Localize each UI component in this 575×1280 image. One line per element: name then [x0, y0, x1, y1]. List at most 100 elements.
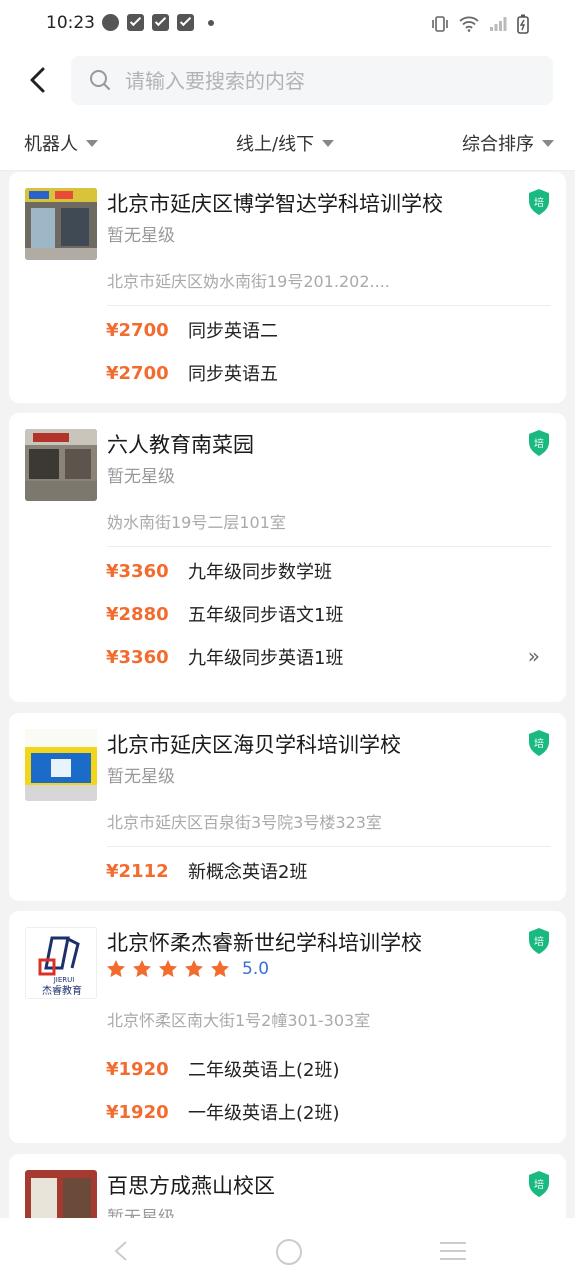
certified-badge-label: 培: [534, 935, 544, 948]
filter-mode[interactable]: 线上/线下: [236, 130, 335, 156]
filter-category-label: 机器人: [24, 134, 78, 155]
course-name: 二年级英语上(2班): [188, 1060, 340, 1081]
battery-icon: [517, 14, 529, 34]
school-logo: JIERUI 杰睿教育: [25, 927, 97, 999]
filter-mode-label: 线上/线下: [236, 134, 315, 155]
certified-badge-label: 培: [534, 437, 544, 450]
course-price: ¥2700: [106, 319, 169, 341]
course-item[interactable]: ¥3360 九年级同步数学班: [106, 556, 546, 586]
course-item[interactable]: ¥2880 五年级同步语文1班: [106, 599, 546, 629]
course-name: 五年级同步语文1班: [188, 605, 344, 626]
notification-icon: [127, 14, 144, 31]
certified-badge-label: 培: [534, 737, 544, 750]
status-bar: 10:23: [0, 0, 575, 48]
course-name: 一年级英语上(2班): [188, 1103, 340, 1124]
course-price: ¥3360: [106, 646, 169, 668]
school-rating: 暂无星级: [107, 467, 175, 487]
nav-home-icon[interactable]: [276, 1239, 302, 1265]
status-time: 10:23: [46, 13, 95, 33]
certified-badge-icon: 培: [529, 189, 549, 215]
filter-category[interactable]: 机器人: [24, 130, 98, 156]
filter-bar: 机器人 线上/线下 综合排序: [0, 112, 575, 171]
system-nav-bar: [0, 1218, 575, 1280]
divider: [107, 305, 551, 306]
school-thumbnail: [25, 188, 97, 260]
course-item[interactable]: ¥1920 一年级英语上(2班): [106, 1097, 546, 1127]
vibrate-icon: [432, 16, 448, 32]
filter-sort[interactable]: 综合排序: [462, 130, 554, 156]
course-price: ¥1920: [106, 1101, 169, 1123]
star-rating: 5.0: [106, 959, 269, 979]
school-name: 百思方成燕山校区: [107, 1174, 275, 1198]
notification-icon: [152, 14, 169, 31]
logo-text: 杰睿教育: [42, 984, 82, 997]
rating-score: 5.0: [242, 959, 270, 979]
course-name: 同步英语二: [188, 321, 278, 342]
nav-back-icon[interactable]: [112, 1240, 130, 1262]
course-item[interactable]: ¥2700 同步英语五: [106, 358, 546, 388]
certified-badge-label: 培: [534, 196, 544, 209]
logo-sub: JIERUI: [53, 976, 75, 984]
school-name: 北京怀柔杰睿新世纪学科培训学校: [107, 931, 422, 955]
notification-icon: [177, 14, 194, 31]
school-card[interactable]: JIERUI 杰睿教育 培 北京怀柔杰睿新世纪学科培训学校 5.0 北京怀柔区南…: [9, 911, 566, 1143]
chevron-down-icon: [86, 139, 98, 147]
chevron-down-icon: [322, 139, 335, 147]
signal-icon: [490, 17, 507, 31]
school-address: 妫水南街19号二层101室: [107, 513, 286, 532]
divider: [107, 846, 551, 847]
school-address: 北京市延庆区妫水南街19号201.202....: [107, 272, 390, 291]
course-price: ¥2700: [106, 362, 169, 384]
school-name: 北京市延庆区海贝学科培训学校: [107, 733, 401, 757]
school-card[interactable]: 培 北京市延庆区海贝学科培训学校 暂无星级 北京市延庆区百泉街3号院3号楼323…: [9, 713, 566, 901]
more-notifications-dot: [208, 19, 214, 26]
school-card[interactable]: 培 北京市延庆区博学智达学科培训学校 暂无星级 北京市延庆区妫水南街19号201…: [9, 172, 566, 403]
course-name: 九年级同步数学班: [188, 562, 332, 583]
star-icon: [159, 960, 177, 977]
course-item[interactable]: ¥3360 九年级同步英语1班: [106, 642, 546, 672]
certified-badge-icon: 培: [529, 1171, 549, 1197]
star-icon: [185, 960, 203, 977]
school-thumbnail: [25, 429, 97, 501]
certified-badge-icon: 培: [529, 730, 549, 756]
search-icon: [90, 70, 110, 90]
filter-sort-label: 综合排序: [462, 134, 534, 155]
course-price: ¥3360: [106, 560, 169, 582]
school-name: 北京市延庆区博学智达学科培训学校: [107, 192, 443, 216]
back-arrow-icon: [30, 67, 45, 93]
school-address: 北京市延庆区百泉街3号院3号楼323室: [107, 813, 382, 832]
course-name: 同步英语五: [188, 364, 278, 385]
school-name: 六人教育南菜园: [107, 433, 254, 457]
divider: [107, 546, 551, 547]
certified-badge-label: 培: [534, 1178, 544, 1191]
certified-badge-icon: 培: [529, 928, 549, 954]
course-item[interactable]: ¥2700 同步英语二: [106, 315, 546, 345]
search-input[interactable]: [123, 66, 527, 96]
course-price: ¥1920: [106, 1058, 169, 1080]
star-icon: [133, 960, 151, 977]
back-button[interactable]: [22, 62, 56, 98]
search-box[interactable]: [71, 56, 553, 105]
school-card[interactable]: 培 六人教育南菜园 暂无星级 妫水南街19号二层101室 ¥3360 九年级同步…: [9, 413, 566, 702]
school-address: 北京怀柔区南大街1号2幢301-303室: [107, 1011, 371, 1030]
star-icon: [107, 960, 125, 977]
speedometer-icon: [102, 14, 119, 31]
system-icons: [431, 14, 529, 34]
course-item[interactable]: ¥1920 二年级英语上(2班): [106, 1054, 546, 1084]
school-thumbnail: [25, 729, 97, 801]
course-price: ¥2880: [106, 603, 169, 625]
school-rating: 暂无星级: [107, 226, 175, 246]
certified-badge-icon: 培: [529, 430, 549, 456]
header: [0, 48, 575, 112]
course-item[interactable]: ¥2112 新概念英语2班: [106, 856, 546, 886]
wifi-icon: [459, 16, 479, 32]
more-courses-icon[interactable]: »: [528, 644, 540, 668]
course-price: ¥2112: [106, 860, 169, 882]
school-rating: 暂无星级: [107, 767, 175, 787]
course-name: 九年级同步英语1班: [188, 648, 344, 669]
notification-icons: [102, 14, 214, 31]
nav-menu-icon[interactable]: [440, 1242, 466, 1266]
chevron-down-icon: [542, 139, 554, 147]
star-icon: [211, 960, 229, 977]
course-name: 新概念英语2班: [188, 862, 308, 883]
